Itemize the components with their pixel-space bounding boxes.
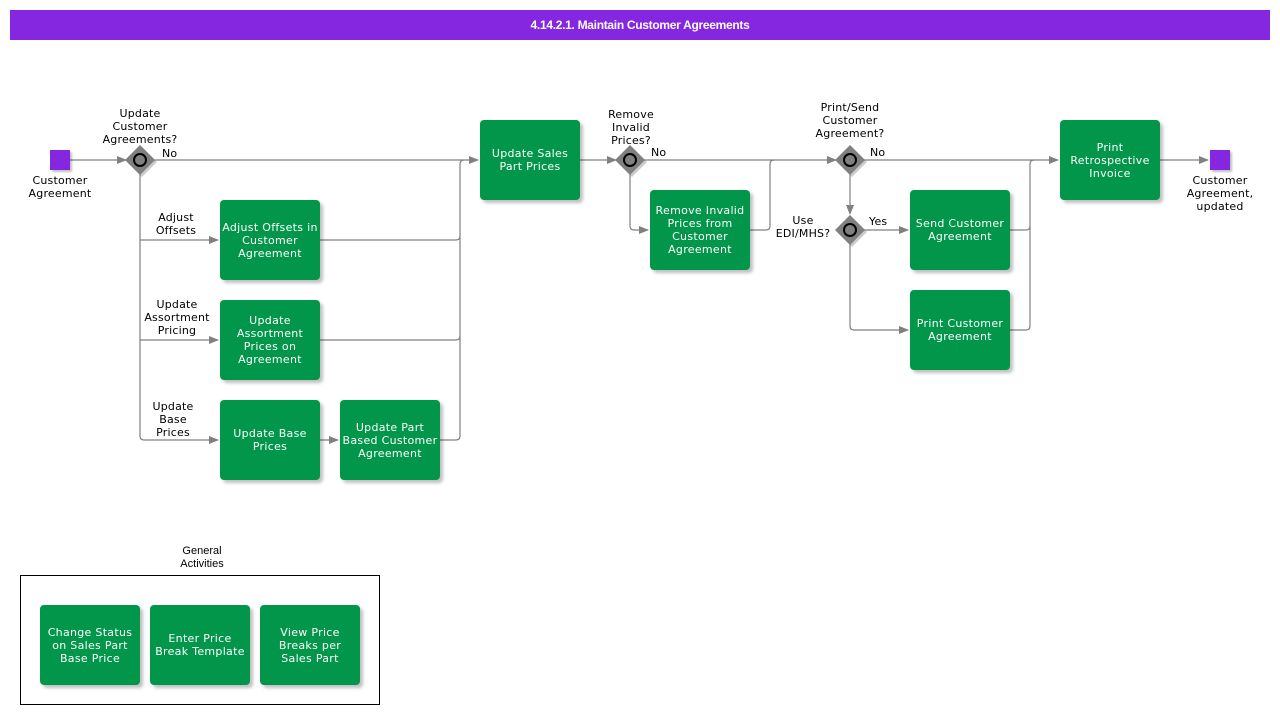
flow-to-remove-invalid xyxy=(629,174,649,234)
task-enter-price-break-template[interactable]: Enter Price Break Template xyxy=(150,605,250,685)
start-event-label: Customer Agreement xyxy=(28,174,92,200)
gateway-update-agreements-no-label: No xyxy=(162,147,178,160)
task-update-base-prices[interactable]: Update Base Prices xyxy=(220,400,320,480)
flow-merge-adjust xyxy=(320,235,461,241)
gateway-print-send-icon[interactable] xyxy=(835,145,867,177)
flow-merge-remove-invalid xyxy=(750,159,775,231)
end-event-icon[interactable] xyxy=(1210,150,1230,170)
task-adjust-offsets[interactable]: Adjust Offsets in Customer Agreement xyxy=(220,200,320,280)
gateway-use-edi-icon[interactable] xyxy=(835,215,867,247)
gateway-remove-invalid-no-label: No xyxy=(651,146,667,159)
general-activities-title: General Activities xyxy=(180,545,224,570)
branch-label-update-base: Update Base Prices xyxy=(152,400,194,439)
flow-merge-send xyxy=(1010,225,1031,231)
gateway-remove-invalid-question: Remove Invalid Prices? xyxy=(608,108,654,147)
flow-merge-print xyxy=(1010,159,1035,331)
gateway-print-send-no-label: No xyxy=(870,146,886,159)
gateway-update-agreements-icon[interactable] xyxy=(125,145,157,177)
flow-to-print xyxy=(849,244,909,334)
gateway-print-send-question: Print/Send Customer Agreement? xyxy=(815,101,885,140)
flow-merge-assortment xyxy=(320,335,461,341)
gateway-remove-invalid-icon[interactable] xyxy=(615,145,647,177)
task-send-customer-agreement[interactable]: Send Customer Agreement xyxy=(910,190,1010,270)
branch-label-update-assortment: Update Assortment Pricing xyxy=(144,298,210,337)
task-change-status-base-price[interactable]: Change Status on Sales Part Base Price xyxy=(40,605,140,685)
task-update-assortment-prices[interactable]: Update Assortment Prices on Agreement xyxy=(220,300,320,380)
gateway-update-agreements-question: Update Customer Agreements? xyxy=(102,107,178,146)
gateway-use-edi-yes-label: Yes xyxy=(869,215,888,228)
task-print-customer-agreement[interactable]: Print Customer Agreement xyxy=(910,290,1010,370)
task-view-price-breaks[interactable]: View Price Breaks per Sales Part xyxy=(260,605,360,685)
task-update-sales-part-prices[interactable]: Update Sales Part Prices xyxy=(480,120,580,200)
task-remove-invalid-prices[interactable]: Remove Invalid Prices from Customer Agre… xyxy=(650,190,750,270)
gateway-use-edi-question: Use EDI/MHS? xyxy=(775,214,831,240)
start-event-icon[interactable] xyxy=(50,150,70,170)
branch-label-adjust-offsets: Adjust Offsets xyxy=(155,211,197,237)
flow-merge-part-based xyxy=(440,159,465,441)
task-update-part-based-agreement[interactable]: Update Part Based Customer Agreement xyxy=(340,400,440,480)
end-event-label: Customer Agreement, updated xyxy=(1186,174,1254,213)
task-print-retrospective-invoice[interactable]: Print Retrospective Invoice xyxy=(1060,120,1160,200)
